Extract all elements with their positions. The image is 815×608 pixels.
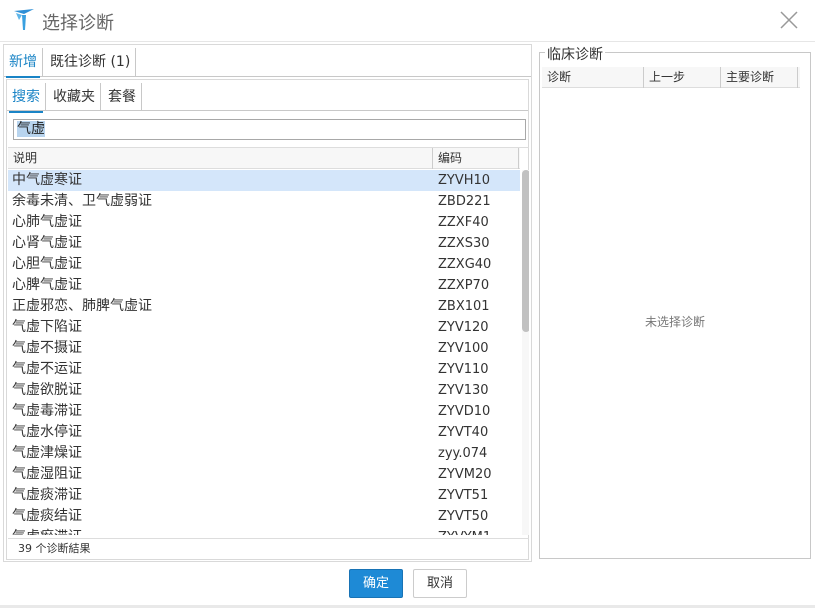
cell-description: 心脾气虚证 [12,277,82,293]
cell-description: 余毒未清、卫气虚弱证 [12,193,152,209]
cell-code: zyy.074 [438,446,488,461]
cell-code: ZYV100 [438,341,489,356]
search-value: 气虚 [17,121,45,137]
cell-description: 气虚不运证 [12,361,82,377]
cell-code: ZZXS30 [438,236,490,251]
tab-favorites[interactable]: 收藏夹 [48,83,101,111]
table-row[interactable]: 心胆气虚证 ZZXG40 [8,254,520,275]
tab-search[interactable]: 搜索 [7,83,46,113]
table-row[interactable]: 气虚湿阻证 ZYVM20 [8,464,520,485]
table-row[interactable]: 气虚毒滞证 ZYVD10 [8,401,520,422]
cell-description: 气虚不摄证 [12,340,82,356]
cell-code: ZZXG40 [438,257,492,272]
column-header-code[interactable]: 编码 [433,148,519,169]
column-header-description[interactable]: 说明 [8,148,433,169]
cell-code: ZZXP70 [438,278,490,293]
scrollbar-thumb[interactable] [522,170,529,332]
cancel-button[interactable]: 取消 [413,569,467,598]
table-row[interactable]: 气虚下陷证 ZYV120 [8,317,520,338]
table-row[interactable]: 正虚邪恋、肺脾气虚证 ZBX101 [8,296,520,317]
main-tabs: 新增 既往诊断 (1) [4,45,531,78]
table-row[interactable]: 气虚不运证 ZYV110 [8,359,520,380]
cell-description: 气虚毒滞证 [12,403,82,419]
cell-description: 心胆气虚证 [12,256,82,272]
cell-code: ZYV120 [438,320,489,335]
table-header: 说明 编码 [8,148,520,169]
title-bar: 选择诊断 [0,0,815,42]
cell-description: 气虚痰滞证 [12,487,82,503]
tab-package[interactable]: 套餐 [103,83,142,111]
window-title: 选择诊断 [42,13,114,34]
cell-code: ZYV110 [438,362,489,377]
clinical-diagnosis-legend: 临床诊断 [545,44,605,64]
tab-previous-diagnoses[interactable]: 既往诊断 (1) [45,48,137,76]
tab-new[interactable]: 新增 [4,48,43,78]
column-header-previous-step[interactable]: 上一步 [644,67,721,88]
cell-description: 气虚欲脱证 [12,382,82,398]
table-row[interactable]: 余毒未清、卫气虚弱证 ZBD221 [8,191,520,212]
cell-description: 气虚瘀滞证 [12,527,82,535]
cell-description: 气虚下陷证 [12,319,82,335]
sub-tabs: 搜索 收藏夹 套餐 [7,80,528,113]
cell-description: 中气虚寒证 [12,172,82,188]
cell-description: 气虚湿阻证 [12,466,82,482]
column-header-main-diagnosis[interactable]: 主要诊断 [721,67,798,88]
table-row[interactable]: 气虚瘀滞证 ZYVYM1 [8,527,520,535]
table-row[interactable]: 心肾气虚证 ZZXS30 [8,233,520,254]
cell-code: ZYVT50 [438,509,489,524]
cell-code: ZZXF40 [438,215,489,230]
cell-code: ZYVD10 [438,404,491,419]
clinical-diagnosis-panel: 诊断 上一步 主要诊断 未选择诊断 [539,52,811,559]
cell-code: ZYV130 [438,383,489,398]
table-row[interactable]: 气虚水停证 ZYVT40 [8,422,520,443]
table-row[interactable]: 气虚津燥证 zyy.074 [8,443,520,464]
cell-code: ZYVH10 [438,173,491,188]
cell-description: 心肺气虚证 [12,214,82,230]
cell-code: ZBX101 [438,299,490,314]
cell-code: ZYVYM1 [438,527,491,535]
table-row[interactable]: 中气虚寒证 ZYVH10 [8,170,520,191]
table-row[interactable]: 气虚痰结证 ZYVT50 [8,506,520,527]
result-count: 39 个诊断結果 [8,538,529,559]
cell-description: 气虚痰结证 [12,508,82,524]
cell-description: 正虚邪恋、肺脾气虚证 [12,298,152,314]
clinical-table-header: 诊断 上一步 主要诊断 [542,67,800,88]
app-logo-icon [14,9,34,30]
table-row[interactable]: 气虚不摄证 ZYV100 [8,338,520,359]
empty-state-text: 未选择诊断 [644,315,705,329]
table-row[interactable]: 气虚痰滞证 ZYVT51 [8,485,520,506]
cell-description: 心肾气虚证 [12,235,82,251]
cell-code: ZYVM20 [438,467,492,482]
table-row[interactable]: 心脾气虚证 ZZXP70 [8,275,520,296]
confirm-button[interactable]: 确定 [349,569,403,598]
cell-code: ZYVT51 [438,488,489,503]
table-row[interactable]: 气虚欲脱证 ZYV130 [8,380,520,401]
diagnosis-table: 说明 编码 中气虚寒证 ZYVH10 余毒未清、卫气虚弱证 ZBD221 心肺气虚证 ZZ… [8,147,529,535]
diagnosis-selector-panel: 新增 既往诊断 (1) 搜索 收藏夹 套餐 气虚 说明 编码 中气虚寒证 ZYVH… [3,44,532,562]
close-icon[interactable] [779,10,799,30]
cell-description: 气虚水停证 [12,424,82,440]
cell-code: ZYVT40 [438,425,489,440]
column-header-diagnosis[interactable]: 诊断 [542,67,644,88]
vertical-scrollbar[interactable] [522,170,529,535]
cell-description: 气虚津燥证 [12,445,82,461]
cell-code: ZBD221 [438,194,491,209]
search-input[interactable]: 气虚 [13,119,526,140]
search-panel: 搜索 收藏夹 套餐 气虚 说明 编码 中气虚寒证 ZYVH10 余毒未清、卫气虚弱证… [6,79,529,560]
table-body: 中气虚寒证 ZYVH10 余毒未清、卫气虚弱证 ZBD221 心肺气虚证 ZZXF40 心肾… [8,170,520,535]
table-row[interactable]: 心肺气虚证 ZZXF40 [8,212,520,233]
